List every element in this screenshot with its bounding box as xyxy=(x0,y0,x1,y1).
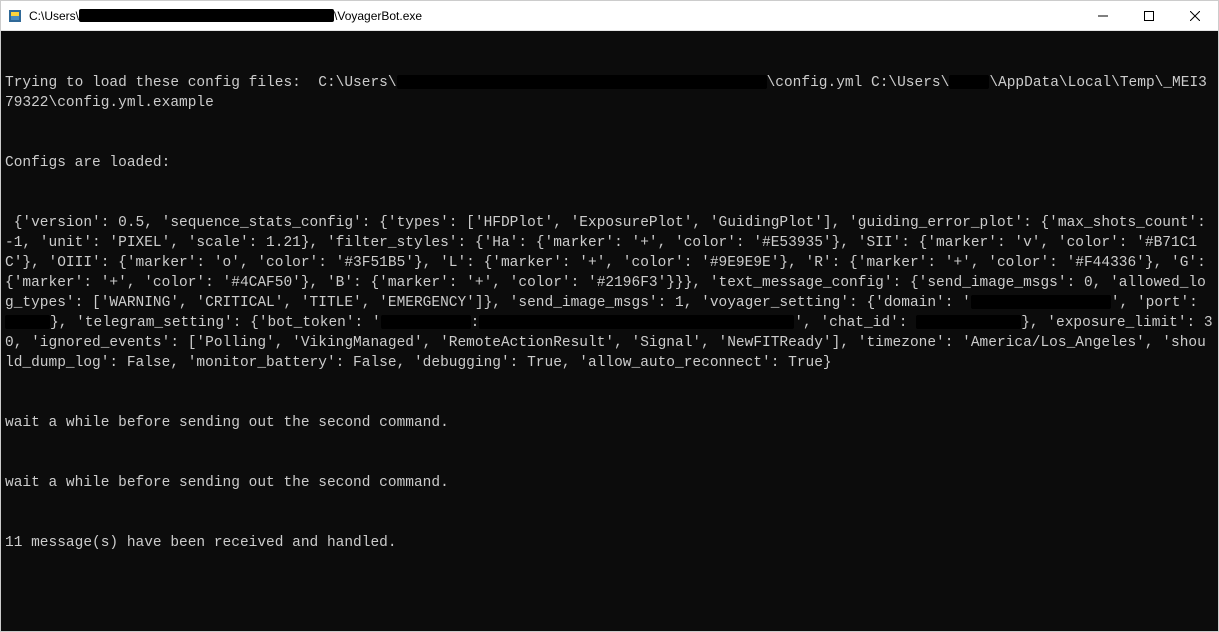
text: }, 'telegram_setting': {'bot_token': ' xyxy=(50,315,381,331)
minimize-button[interactable] xyxy=(1080,1,1126,30)
redacted-bot-token-1 xyxy=(381,315,471,329)
titlebar-redacted-path xyxy=(79,9,334,22)
config-dump: {'version': 0.5, 'sequence_stats_config'… xyxy=(5,213,1214,373)
text: : xyxy=(471,315,480,331)
configs-loaded-line: Configs are loaded: xyxy=(5,153,1214,173)
redacted-bot-token-2 xyxy=(479,315,794,329)
config-files-line: Trying to load these config files: C:\Us… xyxy=(5,73,1214,113)
terminal-output[interactable]: Trying to load these config files: C:\Us… xyxy=(1,31,1218,631)
redacted-user-path xyxy=(397,75,767,89)
redacted-chat-id xyxy=(916,315,1021,329)
app-icon xyxy=(7,8,23,24)
titlebar-path-prefix: C:\Users\ xyxy=(29,9,79,23)
text: Trying to load these config files: C:\Us… xyxy=(5,75,397,91)
maximize-button[interactable] xyxy=(1126,1,1172,30)
text: ', 'port': xyxy=(1111,295,1207,311)
text: \config.yml C:\Users\ xyxy=(767,75,950,91)
window-controls xyxy=(1080,1,1218,30)
console-window: C:\Users\ \VoyagerBot.exe Trying to load… xyxy=(0,0,1219,632)
redacted-user-path-2 xyxy=(949,75,989,89)
titlebar[interactable]: C:\Users\ \VoyagerBot.exe xyxy=(1,1,1218,31)
text: ', 'chat_id': xyxy=(794,315,916,331)
titlebar-path-suffix: \VoyagerBot.exe xyxy=(334,9,422,23)
wait-line-1: wait a while before sending out the seco… xyxy=(5,413,1214,433)
redacted-port xyxy=(5,315,50,329)
close-button[interactable] xyxy=(1172,1,1218,30)
wait-line-2: wait a while before sending out the seco… xyxy=(5,473,1214,493)
redacted-domain xyxy=(971,295,1111,309)
messages-line: 11 message(s) have been received and han… xyxy=(5,533,1214,553)
